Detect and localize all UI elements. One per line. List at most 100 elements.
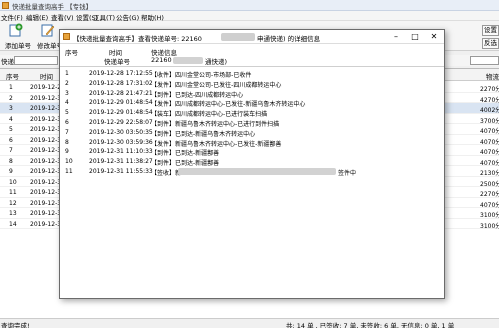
event-message-pre: 【签收】新 xyxy=(151,170,182,177)
status-bar: 查询完成! 共: 14 单 , 已签收: 7 单, 未签收: 6 单, 无信息:… xyxy=(0,318,499,328)
tracking-number-value-post: 通快递) xyxy=(205,58,228,66)
event-no: 1 xyxy=(65,70,69,77)
row-no: 2 xyxy=(9,94,13,102)
tracking-number-label: 快递单号 xyxy=(104,58,130,66)
event-message-post: 签件中 xyxy=(338,170,357,177)
event-no: 9 xyxy=(65,148,69,156)
row-time: 2019-12-3 xyxy=(30,189,62,196)
close-icon[interactable]: ✕ xyxy=(428,31,440,43)
row-time: 2019-12-3 xyxy=(30,210,62,217)
list-item: 11 2019-12-31 11:55:33 【签收】新 签件中 xyxy=(60,167,444,177)
edit-icon xyxy=(41,24,55,37)
row-time: 2019-12-3 xyxy=(30,94,62,102)
event-message: 【发件】新疆乌鲁木齐转运中心-已发往-新疆鄯善 xyxy=(151,140,282,148)
dialog-title-pre: 【快递批量查询高手】查看快递单号: 22160 xyxy=(73,35,202,43)
row-time: 2019-12-3 xyxy=(30,105,62,112)
status-summary: 共: 14 单 , 已签收: 7 单, 未签收: 6 单, 无信息: 0 单, … xyxy=(286,322,455,328)
event-time: 2019-12-30 03:59:36 xyxy=(89,138,153,146)
list-item: 5 2019-12-29 01:48:54 【装车】四川成都转运中心-已进行装车扫描 xyxy=(60,108,444,118)
row-time: 2019-12-3 xyxy=(30,199,62,207)
tracking-number-row: 快递单号 22160 通快递) xyxy=(60,56,444,66)
event-time: 2019-12-31 11:10:33 xyxy=(89,148,153,156)
row-time: 2019-12-3 xyxy=(30,126,62,133)
row-time: 2019-12-3 xyxy=(30,115,62,123)
dialog-titlebar: 【快递批量查询高手】查看快递单号: 22160 申通快递) 的详细信息 – □ … xyxy=(60,30,444,44)
main-window-titlebar: 快递批量查询高手 【专钱】 xyxy=(0,0,499,11)
event-no: 3 xyxy=(65,89,69,97)
main-window-title: 快递批量查询高手 【专钱】 xyxy=(12,3,93,11)
list-item: 1 2019-12-28 17:12:55 【收件】四川金堂公司-市场部-已收件 xyxy=(60,69,444,79)
event-message: 【到件】已到达-四川成都转运中心 xyxy=(151,91,244,99)
event-message: 【到件】已到达-新疆乌鲁木齐转运中心 xyxy=(151,130,256,138)
row-logistics: 3100分 xyxy=(480,222,499,230)
add-icon xyxy=(9,23,23,37)
row-no: 4 xyxy=(9,115,13,123)
event-no: 2 xyxy=(65,79,69,87)
row-no: 8 xyxy=(9,157,13,165)
row-no: 7 xyxy=(9,147,13,154)
list-item: 9 2019-12-31 11:10:33 【到件】已到达-新疆鄯善 xyxy=(60,147,444,157)
dialog-app-icon xyxy=(63,33,70,40)
row-time: 2019-12-3 xyxy=(30,220,62,228)
event-no: 7 xyxy=(65,128,69,136)
row-no: 1 xyxy=(9,84,13,91)
row-no: 12 xyxy=(9,199,17,207)
event-time: 2019-12-30 03:50:35 xyxy=(89,128,153,136)
row-time: 2019-12-3 xyxy=(30,136,62,144)
redacted-block xyxy=(173,57,203,64)
row-no: 3 xyxy=(9,105,13,112)
event-time: 2019-12-31 11:55:33 xyxy=(89,168,153,175)
row-time: 2019-12-2 xyxy=(30,84,62,91)
header-time: 时间 xyxy=(40,73,53,81)
redacted-block xyxy=(178,168,336,175)
invert-selection-button[interactable]: 反选 xyxy=(482,38,499,49)
event-time: 2019-12-28 17:12:55 xyxy=(89,70,153,77)
event-message: 【到件】已到达-新疆鄯善 xyxy=(151,160,220,168)
row-no: 13 xyxy=(9,210,17,217)
event-time: 2019-12-28 21:47:21 xyxy=(89,89,153,97)
row-no: 9 xyxy=(9,168,13,175)
row-no: 11 xyxy=(9,189,17,196)
event-no: 5 xyxy=(65,109,69,117)
event-message: 【发件】四川成都转运中心-已发往-新疆乌鲁木齐转运中心 xyxy=(151,101,306,109)
add-number-button[interactable]: 添加单号 xyxy=(1,21,31,51)
status-left: 查询完成! xyxy=(1,322,30,328)
event-message: 【到件】新疆乌鲁木齐转运中心-已进行到件扫描 xyxy=(151,121,280,128)
detail-header: 序号 时间 快递信息 xyxy=(60,47,444,57)
event-time: 2019-12-28 17:31:02 xyxy=(89,79,153,87)
dialog-body: 序号 时间 快递信息 快递单号 22160 通快递) 1 2019-12-28 1… xyxy=(60,45,444,298)
list-item: 7 2019-12-30 03:50:35 【到件】已到达-新疆乌鲁木齐转运中心 xyxy=(60,128,444,138)
list-item: 10 2019-12-31 11:38:27 【到件】已到达-新疆鄯善 xyxy=(60,157,444,167)
event-time: 2019-12-29 22:58:07 xyxy=(89,119,153,126)
event-message: 【发件】四川金堂公司-已发往-四川成都转运中心 xyxy=(151,81,282,89)
event-no: 10 xyxy=(65,158,73,166)
event-message: 【装车】四川成都转运中心-已进行装车扫描 xyxy=(151,111,268,119)
tracking-number-value-pre: 22160 xyxy=(151,56,172,64)
event-no: 11 xyxy=(65,168,73,175)
courier-filter-combo[interactable] xyxy=(14,56,58,65)
header-logistics: 物流 xyxy=(486,73,499,81)
header-no: 序号 xyxy=(6,73,19,81)
event-no: 8 xyxy=(65,138,69,146)
add-number-label: 添加单号 xyxy=(5,42,31,50)
detail-dialog: 【快递批量查询高手】查看快递单号: 22160 申通快递) 的详细信息 – □ … xyxy=(59,29,445,299)
app-icon xyxy=(2,2,9,9)
row-time: 2019-12-3 xyxy=(30,168,62,175)
divider xyxy=(60,66,444,67)
row-no: 14 xyxy=(9,220,17,228)
minimize-icon[interactable]: – xyxy=(390,31,402,43)
list-item: 4 2019-12-29 01:48:54 【发件】四川成都转运中心-已发往-新疆乌… xyxy=(60,98,444,108)
row-time: 2019-12-3 xyxy=(30,178,62,186)
event-time: 2019-12-29 01:48:54 xyxy=(89,109,153,117)
maximize-icon[interactable]: □ xyxy=(409,31,421,43)
settings-button[interactable]: 设置 xyxy=(482,25,499,36)
menu-bar: 文件(F) 编辑(E) 查看(V) 设置(S) 工具(T) 公告(G) 帮助(H… xyxy=(0,11,499,22)
row-no: 6 xyxy=(9,136,13,144)
row-no: 5 xyxy=(9,126,13,133)
row-time: 2019-12-3 xyxy=(30,157,62,165)
row-time: 2019-12-3 xyxy=(30,147,62,154)
right-filter-combo[interactable] xyxy=(470,56,499,65)
list-item: 8 2019-12-30 03:59:36 【发件】新疆乌鲁木齐转运中心-已发往-新… xyxy=(60,138,444,148)
list-item: 3 2019-12-28 21:47:21 【到件】已到达-四川成都转运中心 xyxy=(60,89,444,99)
event-time: 2019-12-29 01:48:54 xyxy=(89,99,153,107)
